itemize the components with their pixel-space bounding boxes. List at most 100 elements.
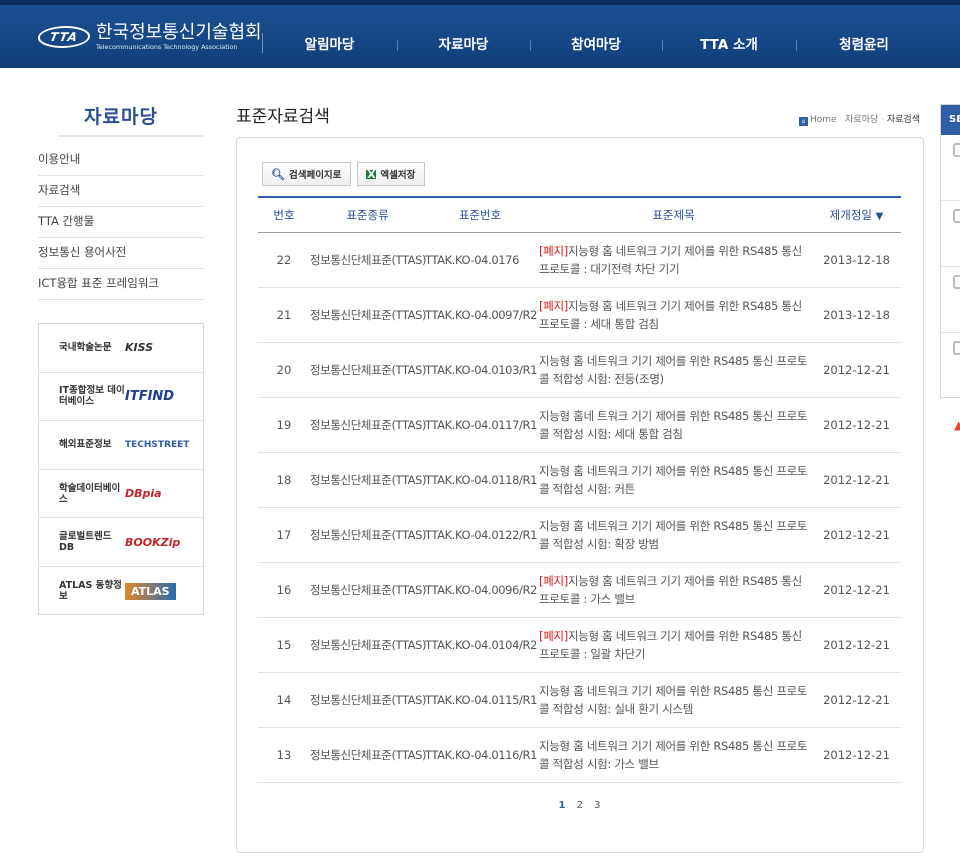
sort-desc-icon: ▼ <box>875 210 884 222</box>
abolished-tag: [폐지] <box>539 573 568 588</box>
row-standard-type: 정보통신단체표준(TTAS) <box>310 617 427 673</box>
row-number: 15 <box>258 617 310 673</box>
row-standard-number[interactable]: TTAK.KO-04.0117/R1 <box>425 397 537 453</box>
sidebar-title-underline <box>58 135 204 137</box>
row-revision-date: 2012-12-21 <box>812 617 901 673</box>
row-standard-title[interactable]: [폐지]지능형 홈 네트워크 기기 제어를 위한 RS485 통신 프로토콜 :… <box>535 617 812 673</box>
table-row[interactable]: 14 정보통신단체표준(TTAS) TTAK.KO-04.0115/R1 지능형 홈 … <box>258 672 901 728</box>
itfind-logo-icon: ITFIND <box>125 388 175 404</box>
breadcrumb: ⌂ Home · 자료마당 · 자료검색 <box>798 112 920 126</box>
table-row[interactable]: 18 정보통신단체표준(TTAS) TTAK.KO-04.0118/R1 지능형 홈 … <box>258 452 901 508</box>
results-table: 번호 표준종류 표준번호 표준제목 제개정일 ▼ 22 정보통신단체표준(TTAS… <box>258 196 901 783</box>
row-standard-title[interactable]: 지능형 홈 네트워크 기기 제어를 위한 RS485 통신 프로토콜 적합성 시… <box>535 452 812 508</box>
page-3[interactable]: 3 <box>594 800 600 811</box>
table-row[interactable]: 17 정보통신단체표준(TTAS) TTAK.KO-04.0122/R1 지능형 홈 … <box>258 507 901 563</box>
search-page-button[interactable]: 🔍︎ 검색페이지로 <box>262 162 352 186</box>
main-nav: 알림마당 자료마당 참여마당 TTA 소개 청렴윤리 <box>262 35 932 55</box>
row-standard-title[interactable]: 지능형 홈 네트워크 기기 제어를 위한 RS485 통신 프로토콜 적합성 시… <box>535 672 812 728</box>
row-title-text: 지능형 홈 네트워크 기기 제어를 위한 RS485 통신 프로토콜 : 대기전… <box>539 243 802 276</box>
nav-participation[interactable]: 참여마당 <box>530 35 662 55</box>
row-title-text: 지능형 홈 네트워크 기기 제어를 위한 RS485 통신 프로토콜 : 세대 … <box>539 298 802 331</box>
row-number: 16 <box>258 562 310 618</box>
logo-english-name: Telecommunications Technology Associatio… <box>96 43 238 51</box>
row-standard-number[interactable]: TTAK.KO-04.0104/R2 <box>425 617 537 673</box>
nav-ethics[interactable]: 청렴윤리 <box>796 35 932 55</box>
row-standard-title[interactable]: 지능형 홈 네트워크 기기 제어를 위한 RS485 통신 프로토콜 적합성 시… <box>535 507 812 563</box>
bookzip-logo-icon: BOOKZip <box>125 535 181 549</box>
sidebar-item-guide[interactable]: 이용안내 <box>38 145 204 176</box>
sidebar-item-dictionary[interactable]: 정보통신 용어사전 <box>38 238 204 269</box>
row-number: 20 <box>258 342 310 398</box>
row-standard-type: 정보통신단체표준(TTAS) <box>310 507 427 563</box>
banner-itfind[interactable]: IT종합정보 데이터베이스 ITFIND <box>39 373 203 422</box>
right-panel-item[interactable] <box>941 135 960 201</box>
banner-techstreet[interactable]: 해외표준정보 TECHSTREET <box>39 421 203 470</box>
row-standard-number[interactable]: TTAK.KO-04.0115/R1 <box>425 672 537 728</box>
table-row[interactable]: 19 정보통신단체표준(TTAS) TTAK.KO-04.0117/R1 지능형 홈네… <box>258 397 901 453</box>
page-2[interactable]: 2 <box>577 800 583 811</box>
row-title-text: 지능형 홈 네트워크 기기 제어를 위한 RS485 통신 프로토콜 : 가스 … <box>539 573 802 606</box>
table-row[interactable]: 15 정보통신단체표준(TTAS) TTAK.KO-04.0104/R2 [폐지]지능… <box>258 617 901 673</box>
row-standard-number[interactable]: TTAK.KO-04.0096/R2 <box>425 562 537 618</box>
row-standard-title[interactable]: 지능형 홈네 트워크 기기 제어를 위한 RS485 통신 프로토콜 적합성 시… <box>535 397 812 453</box>
table-row[interactable]: 16 정보통신단체표준(TTAS) TTAK.KO-04.0096/R2 [폐지]지능… <box>258 562 901 618</box>
row-standard-title[interactable]: [폐지]지능형 홈 네트워크 기기 제어를 위한 RS485 통신 프로토콜 :… <box>535 287 812 343</box>
nav-resources[interactable]: 자료마당 <box>397 35 530 55</box>
col-header-number: 표준번호 <box>425 196 535 233</box>
excel-save-button[interactable]: X 엑셀저장 <box>357 162 426 186</box>
row-standard-title[interactable]: 지능형 홈 네트워크 기기 제어를 위한 RS485 통신 프로토콜 적합성 시… <box>535 342 812 398</box>
techstreet-logo-icon: TECHSTREET <box>125 439 190 450</box>
col-header-date[interactable]: 제개정일 ▼ <box>812 196 901 233</box>
logo-korean-name: 한국정보통신기술협회 <box>96 22 262 43</box>
right-panel-item[interactable] <box>941 333 960 399</box>
page-1[interactable]: 1 <box>558 800 565 811</box>
row-number: 18 <box>258 452 310 508</box>
right-panel-item[interactable] <box>941 267 960 333</box>
right-quick-panel: SE <box>940 104 960 398</box>
sidebar-item-search[interactable]: 자료검색 <box>38 176 204 207</box>
breadcrumb-home[interactable]: Home <box>810 115 837 125</box>
breadcrumb-resources[interactable]: 자료마당 <box>845 115 878 125</box>
table-row[interactable]: 13 정보통신단체표준(TTAS) TTAK.KO-04.0116/R1 지능형 홈 … <box>258 727 901 783</box>
sidebar-item-ict-framework[interactable]: ICT융합 표준 프레임워크 <box>38 269 204 300</box>
atlas-logo-icon: ATLAS <box>125 582 176 600</box>
row-title-text: 지능형 홈 네트워크 기기 제어를 위한 RS485 통신 프로토콜 적합성 시… <box>539 683 808 716</box>
results-toolbar: 🔍︎ 검색페이지로 X 엑셀저장 <box>262 162 431 186</box>
excel-icon: X <box>366 167 377 181</box>
row-title-text: 지능형 홈 네트워크 기기 제어를 위한 RS485 통신 프로토콜 적합성 시… <box>539 463 808 496</box>
nav-notice[interactable]: 알림마당 <box>262 35 397 55</box>
right-panel-item[interactable] <box>941 201 960 267</box>
row-standard-title[interactable]: [폐지]지능형 홈 네트워크 기기 제어를 위한 RS485 통신 프로토콜 :… <box>535 232 812 288</box>
table-row[interactable]: 21 정보통신단체표준(TTAS) TTAK.KO-04.0097/R2 [폐지]지능… <box>258 287 901 343</box>
row-standard-number[interactable]: TTAK.KO-04.0116/R1 <box>425 727 537 783</box>
row-standard-number[interactable]: TTAK.KO-04.0122/R1 <box>425 507 537 563</box>
abolished-tag: [폐지] <box>539 628 568 643</box>
site-logo[interactable]: TTA 한국정보통신기술협회 Telecommunications Techno… <box>36 22 262 51</box>
row-standard-title[interactable]: 지능형 홈 네트워크 기기 제어를 위한 RS485 통신 프로토콜 적합성 시… <box>535 727 812 783</box>
sidebar-item-publications[interactable]: TTA 간행물 <box>38 207 204 238</box>
row-number: 22 <box>258 232 310 288</box>
row-revision-date: 2013-12-18 <box>812 287 901 343</box>
row-standard-number[interactable]: TTAK.KO-04.0118/R1 <box>425 452 537 508</box>
table-row[interactable]: 20 정보통신단체표준(TTAS) TTAK.KO-04.0103/R1 지능형 홈 … <box>258 342 901 398</box>
nav-about-tta[interactable]: TTA 소개 <box>662 35 796 55</box>
sidebar-menu: 이용안내 자료검색 TTA 간행물 정보통신 용어사전 ICT융합 표준 프레임… <box>38 145 204 300</box>
table-row[interactable]: 22 정보통신단체표준(TTAS) TTAK.KO-04.0176 [폐지]지능형 홈… <box>258 232 901 288</box>
col-header-title: 표준제목 <box>535 196 812 233</box>
banner-kiss[interactable]: 국내학술논문 KISS <box>39 324 203 373</box>
row-revision-date: 2012-12-21 <box>812 452 901 508</box>
banner-atlas[interactable]: ATLAS 동향정보 ATLAS <box>39 567 203 616</box>
row-number: 13 <box>258 727 310 783</box>
scroll-top-icon[interactable]: ▲ <box>954 418 960 432</box>
row-standard-number[interactable]: TTAK.KO-04.0097/R2 <box>425 287 537 343</box>
abolished-tag: [폐지] <box>539 298 568 313</box>
row-standard-number[interactable]: TTAK.KO-04.0103/R1 <box>425 342 537 398</box>
banner-bookzip[interactable]: 글로벌트렌드DB BOOKZip <box>39 518 203 567</box>
row-standard-type: 정보통신단체표준(TTAS) <box>310 672 427 728</box>
banner-dbpia[interactable]: 학술데이터베이스 DBpia <box>39 470 203 519</box>
row-standard-number[interactable]: TTAK.KO-04.0176 <box>425 232 535 288</box>
pagination: 1 2 3 <box>258 800 901 811</box>
abolished-tag: [폐지] <box>539 243 568 258</box>
row-standard-title[interactable]: [폐지]지능형 홈 네트워크 기기 제어를 위한 RS485 통신 프로토콜 :… <box>535 562 812 618</box>
row-standard-type: 정보통신단체표준(TTAS) <box>310 232 427 288</box>
